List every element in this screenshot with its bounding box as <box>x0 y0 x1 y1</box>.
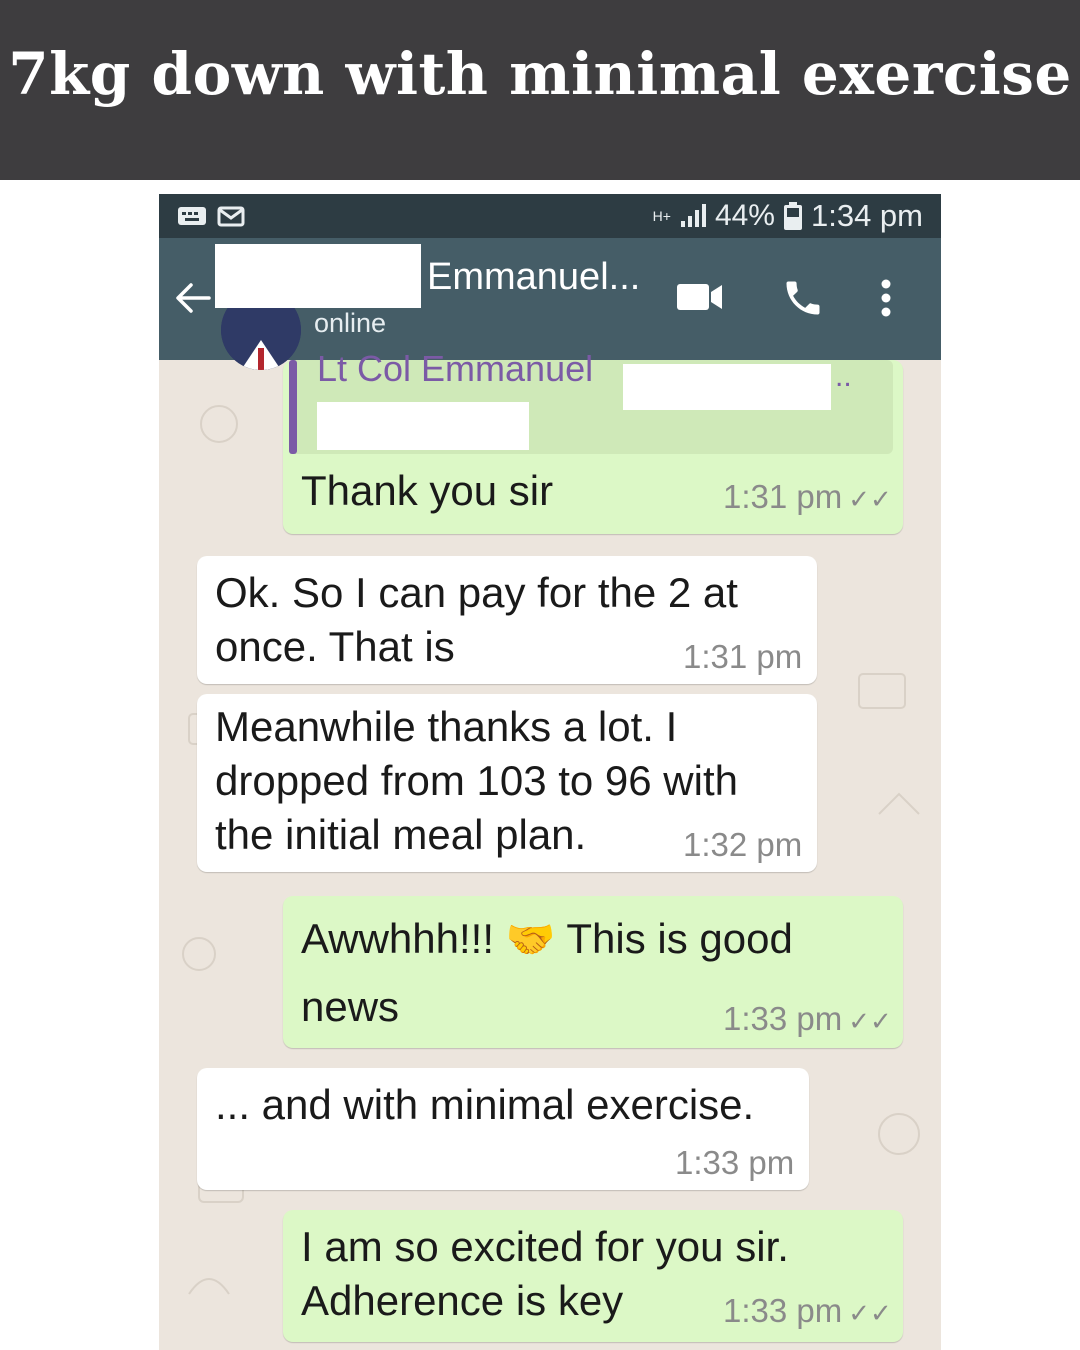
title-banner: 7kg down with minimal exercise <box>0 0 1080 180</box>
message-line: I am so excited for you sir. <box>301 1223 789 1270</box>
redacted-quote-name <box>623 364 831 410</box>
read-ticks-icon: ✓✓ <box>848 484 892 514</box>
message-time: 1:31 pm <box>683 638 803 675</box>
read-ticks-icon: ✓✓ <box>848 1006 892 1036</box>
battery-icon <box>783 202 802 230</box>
voice-call-icon[interactable] <box>781 276 825 320</box>
message-line: the initial meal plan. <box>215 811 587 858</box>
message-line: Ok. So I can pay for the 2 at <box>215 569 738 616</box>
back-arrow-icon[interactable] <box>173 278 213 318</box>
banner-title: 7kg down with minimal exercise <box>8 40 1072 108</box>
redacted-quote-text <box>317 402 529 450</box>
handshake-emoji-icon: 🤝 <box>505 918 556 962</box>
keyboard-icon <box>178 207 206 225</box>
network-type: H+ <box>652 208 671 224</box>
clock: 1:34 pm <box>810 198 923 233</box>
message-line: once. That is <box>215 623 455 670</box>
message-bubble-outgoing[interactable]: Lt Col Emmanuel .. Thank you sir 1:31 pm… <box>283 348 903 534</box>
contact-status: online <box>314 308 387 338</box>
message-line: Awwhhh!!! 🤝 This is good <box>301 912 793 967</box>
message-text: Thank you sir <box>301 467 554 514</box>
redacted-name <box>215 244 421 308</box>
message-time: 1:33 pm <box>675 1144 795 1181</box>
message-line: dropped from 103 to 96 with <box>215 757 738 804</box>
message-line: news <box>301 983 400 1030</box>
quoted-ellipsis: .. <box>835 360 852 393</box>
signal-icon <box>680 204 706 227</box>
message-line: Adherence is key <box>301 1277 624 1324</box>
message-bubble-incoming[interactable]: Meanwhile thanks a lot. I dropped from 1… <box>197 694 817 872</box>
contact-name[interactable]: Emmanuel... <box>427 256 640 299</box>
message-time: 1:33 pm ✓✓ <box>723 1292 892 1329</box>
message-line: Meanwhile thanks a lot. I <box>215 703 678 750</box>
chat-header: Emmanuel... online <box>159 238 941 370</box>
quoted-message[interactable]: Lt Col Emmanuel .. <box>289 348 893 454</box>
message-text-part: This is good <box>566 915 793 962</box>
message-text: ... and with minimal exercise. <box>215 1081 755 1128</box>
mail-icon <box>217 206 245 227</box>
message-bubble-outgoing[interactable]: I am so excited for you sir. Adherence i… <box>283 1210 903 1342</box>
phone-screenshot: H+ 44% 1:34 pm Emmanuel... online Lt Col… <box>159 194 941 1350</box>
message-time: 1:32 pm <box>683 826 803 863</box>
more-options-icon[interactable] <box>879 278 893 318</box>
battery-percent: 44% <box>714 199 775 232</box>
message-bubble-incoming[interactable]: ... and with minimal exercise. 1:33 pm <box>197 1068 809 1190</box>
message-time: 1:31 pm ✓✓ <box>723 478 892 515</box>
quoted-sender: Lt Col Emmanuel <box>317 348 594 389</box>
quote-accent-bar <box>289 360 297 454</box>
read-ticks-icon: ✓✓ <box>848 1298 892 1328</box>
video-call-icon[interactable] <box>676 280 724 314</box>
message-time: 1:33 pm ✓✓ <box>723 1000 892 1037</box>
status-bar: H+ 44% 1:34 pm <box>159 194 941 238</box>
message-bubble-outgoing[interactable]: Awwhhh!!! 🤝 This is good news 1:33 pm ✓✓ <box>283 896 903 1048</box>
message-bubble-incoming[interactable]: Ok. So I can pay for the 2 at once. That… <box>197 556 817 684</box>
message-text-part: Awwhhh!!! <box>301 915 494 962</box>
